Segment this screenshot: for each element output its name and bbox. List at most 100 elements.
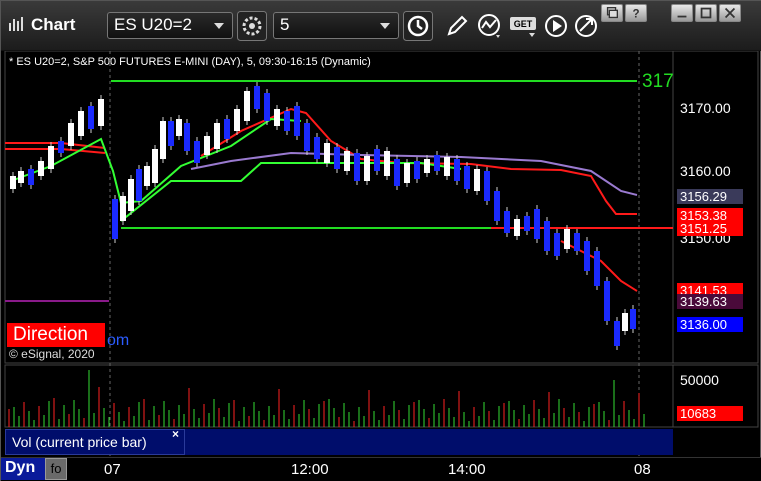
dynamic-button[interactable]: Dyn (1, 458, 45, 480)
symbol-selector[interactable]: ES U20=2 (107, 12, 233, 39)
candle-body (214, 123, 220, 149)
toolbar: Chart ES U20=2 5 GET ? (1, 1, 761, 51)
candle-body (384, 151, 390, 176)
candle-body (324, 143, 330, 163)
chart-window: Chart ES U20=2 5 GET ? * ES U20=2, S&P 5… (0, 0, 761, 481)
candle-body (584, 241, 590, 271)
symbol-value: ES U20=2 (114, 15, 192, 34)
candle-body (424, 159, 430, 173)
candle-body (314, 137, 320, 159)
get-data-icon[interactable]: GET (509, 11, 539, 41)
candle-body (484, 171, 490, 201)
time-axis-label: 12:00 (291, 461, 329, 478)
candle-body (394, 159, 400, 186)
price-tag: 3151.25 (677, 221, 743, 236)
candle-body (120, 196, 126, 221)
candle-body (454, 159, 460, 181)
copyright: © eSignal, 2020 (9, 347, 95, 361)
price-tag: 3156.29 (677, 189, 743, 204)
candle-body (204, 136, 210, 155)
close-icon[interactable]: × (172, 427, 179, 441)
chevron-down-icon (380, 23, 390, 29)
price-chart[interactable] (1, 51, 761, 457)
candle-body (554, 233, 560, 256)
candle-body (160, 121, 166, 159)
candle-body (374, 149, 380, 171)
interval-value: 5 (280, 15, 290, 34)
candle-body (574, 233, 580, 251)
candle-body (414, 161, 420, 179)
gear-icon[interactable] (237, 11, 267, 41)
candle-body (194, 141, 200, 163)
minimize-icon[interactable] (671, 4, 693, 22)
candle-body (244, 91, 250, 121)
candle-body (354, 153, 360, 181)
time-axis-label: 14:00 (448, 461, 486, 478)
link-icon[interactable] (571, 11, 601, 41)
svg-text:GET: GET (514, 19, 533, 29)
last-price-tag: 3139.63 (677, 294, 743, 309)
candle-body (274, 109, 280, 126)
candle-body (78, 111, 84, 136)
candle-body (524, 216, 530, 231)
play-icon[interactable] (541, 11, 571, 41)
price-pane (4, 51, 674, 364)
candle-body (58, 141, 64, 153)
maximize-icon[interactable] (695, 4, 717, 22)
candle-body (88, 106, 94, 129)
candle-body (614, 321, 620, 346)
chart-info: * ES U20=2, S&P 500 FUTURES E-MINI (DAY)… (9, 56, 371, 68)
volume-legend[interactable]: Vol (current price bar) (5, 429, 185, 455)
svg-text:?: ? (632, 8, 639, 20)
candle-body (494, 191, 500, 221)
time-axis-label: 08 (634, 461, 651, 478)
price-level-label: 317 (642, 71, 674, 92)
candle-body (544, 221, 550, 251)
chart-app-icon (9, 17, 23, 31)
candle-body (184, 123, 190, 151)
candle-body (622, 313, 628, 331)
candle-body (630, 309, 636, 329)
candle-body (404, 163, 410, 183)
candle-body (28, 169, 34, 185)
volume-legend-bar (185, 429, 673, 455)
candle-body (364, 156, 370, 181)
time-axis-label: 07 (104, 461, 121, 478)
candle-body (564, 229, 570, 249)
candle-body (168, 121, 174, 146)
candle-body (304, 123, 310, 151)
price-axis-label: 3170.00 (680, 100, 731, 116)
candle-body (434, 155, 440, 171)
candle-body (284, 111, 290, 131)
candle-body (136, 169, 142, 201)
direction-label-suffix: om (107, 332, 130, 349)
candle-body (224, 119, 230, 139)
price-tag: 3136.00 (677, 317, 743, 332)
study-icon[interactable] (475, 11, 505, 41)
candle-body (68, 123, 74, 146)
candle-body (234, 109, 240, 131)
candle-body (464, 166, 470, 189)
volume-current-tag: 10683 (677, 406, 743, 421)
clock-icon[interactable] (403, 11, 433, 41)
restore-icon[interactable] (601, 4, 623, 22)
window-title: Chart (31, 15, 76, 34)
candle-body (604, 281, 610, 321)
candle-body (144, 166, 150, 186)
pencil-icon[interactable] (442, 11, 472, 41)
candle-body (594, 251, 600, 286)
candle-body (176, 119, 182, 136)
candle-body (534, 209, 540, 239)
candle-body (444, 157, 450, 176)
candle-body (112, 199, 118, 239)
candle-body (152, 149, 158, 183)
candle-body (48, 146, 54, 169)
direction-label[interactable]: Direction (7, 323, 105, 347)
help-icon[interactable]: ? (625, 4, 647, 22)
interval-selector[interactable]: 5 (273, 12, 399, 39)
candle-body (514, 219, 520, 236)
formula-icon[interactable]: fo (45, 458, 67, 480)
candle-body (38, 161, 44, 176)
close-icon[interactable] (719, 4, 741, 22)
chevron-down-icon (214, 23, 224, 29)
